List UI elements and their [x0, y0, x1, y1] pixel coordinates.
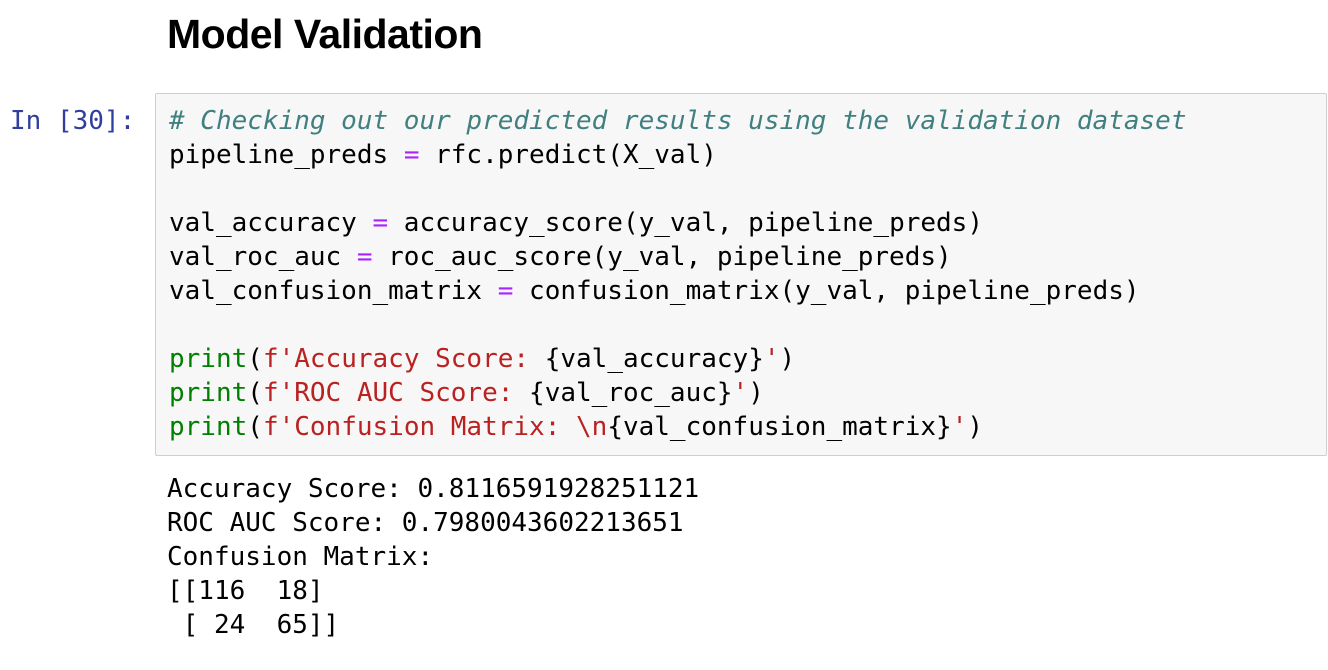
output-line: [ 24 65]] — [167, 610, 340, 640]
code-line: pipeline_preds = rfc.predict(X_val) — [169, 138, 1186, 172]
code-token: {val_confusion_matrix} — [607, 412, 952, 442]
code-token: pipeline_preds — [169, 140, 404, 170]
code-token: ( — [247, 344, 263, 374]
code-token: ' — [763, 344, 780, 374]
code-token: = — [372, 208, 389, 238]
code-token: = — [356, 242, 373, 272]
code-token: print — [169, 378, 248, 408]
code-token: ) — [748, 378, 764, 408]
output-line: [[116 18] — [167, 576, 324, 606]
code-token: {val_accuracy} — [544, 344, 764, 374]
code-token: f'Confusion Matrix: \n — [262, 412, 608, 442]
code-cell-editor[interactable]: # Checking out our predicted results usi… — [155, 93, 1327, 456]
code-token: roc_auc_score(y_val, pipeline_preds) — [372, 242, 952, 272]
code-line: val_accuracy = accuracy_score(y_val, pip… — [169, 206, 1186, 240]
code-token: = — [497, 276, 514, 306]
output-line: ROC AUC Score: 0.7980043602213651 — [167, 508, 684, 538]
input-prompt: In [30]: — [10, 106, 136, 136]
code-token: f'Accuracy Score: — [262, 344, 545, 374]
code-token: # Checking out our predicted results usi… — [169, 106, 1187, 136]
code-token: confusion_matrix(y_val, pipeline_preds) — [513, 276, 1140, 306]
code-line: val_roc_auc = roc_auc_score(y_val, pipel… — [169, 240, 1186, 274]
output-line: Accuracy Score: 0.8116591928251121 — [167, 474, 700, 504]
code-token: = — [403, 140, 420, 170]
code-line: print(f'Confusion Matrix: \n{val_confusi… — [169, 410, 1186, 444]
code-line: print(f'ROC AUC Score: {val_roc_auc}') — [169, 376, 1186, 410]
section-heading: Model Validation — [167, 11, 483, 57]
cell-output: Accuracy Score: 0.8116591928251121 ROC AU… — [167, 472, 699, 642]
code-block[interactable]: # Checking out our predicted results usi… — [169, 104, 1186, 444]
code-line: val_confusion_matrix = confusion_matrix(… — [169, 274, 1186, 308]
code-token: val_roc_auc — [169, 242, 357, 272]
code-token: print — [169, 412, 248, 442]
code-token: ' — [732, 378, 749, 408]
code-token: ( — [247, 412, 263, 442]
code-token: f'ROC AUC Score: — [262, 378, 530, 408]
code-line: # Checking out our predicted results usi… — [169, 104, 1186, 138]
code-token: print — [169, 344, 248, 374]
code-token: val_confusion_matrix — [169, 276, 498, 306]
code-token: val_accuracy — [169, 208, 373, 238]
code-token: ' — [951, 412, 968, 442]
code-token: ) — [779, 344, 796, 374]
code-token: accuracy_score(y_val, pipeline_preds) — [388, 208, 983, 238]
code-token: rfc.predict(X_val) — [419, 140, 717, 170]
code-token: {val_roc_auc} — [529, 378, 733, 408]
code-line: print(f'Accuracy Score: {val_accuracy}') — [169, 342, 1186, 376]
code-token: ( — [247, 378, 263, 408]
output-line: Confusion Matrix: — [167, 542, 434, 572]
code-token: ) — [967, 412, 983, 442]
